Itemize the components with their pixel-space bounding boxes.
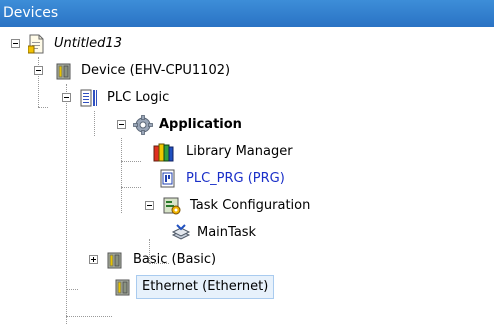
collapse-toggle[interactable] xyxy=(117,120,126,129)
task-config-icon xyxy=(163,197,181,215)
plc-logic-icon xyxy=(80,89,97,107)
ethernet-label: Ethernet (Ethernet) xyxy=(136,275,275,299)
tree-line xyxy=(66,316,112,317)
main-task-icon xyxy=(171,224,191,240)
application-gear-icon xyxy=(133,115,153,135)
devices-panel-title: Devices xyxy=(0,0,494,27)
device-icon xyxy=(56,63,71,80)
project-icon xyxy=(28,34,44,54)
devices-tree[interactable]: Untitled13 Device (EHV-CPU1102) PLC Logi… xyxy=(0,27,494,328)
main-task-label: MainTask xyxy=(197,225,257,240)
tree-item-project[interactable]: Untitled13 xyxy=(0,31,494,57)
plc-prg-label: PLC_PRG (PRG) xyxy=(186,171,285,186)
tree-item-library-manager[interactable]: Library Manager xyxy=(0,139,494,165)
tree-item-task-configuration[interactable]: Task Configuration xyxy=(0,193,494,219)
project-label: Untitled13 xyxy=(54,36,122,51)
expand-toggle[interactable] xyxy=(89,255,98,264)
tree-item-ethernet[interactable]: Ethernet (Ethernet) xyxy=(0,274,494,300)
library-books-icon xyxy=(153,143,174,162)
tree-item-device[interactable]: Device (EHV-CPU1102) xyxy=(0,58,494,84)
task-configuration-label: Task Configuration xyxy=(190,198,311,213)
tree-item-plc-prg[interactable]: PLC_PRG (PRG) xyxy=(0,166,494,192)
library-manager-label: Library Manager xyxy=(186,144,293,159)
device-icon xyxy=(115,279,130,296)
pou-program-icon xyxy=(160,169,175,188)
collapse-toggle[interactable] xyxy=(11,39,20,48)
tree-item-basic[interactable]: Basic (Basic) xyxy=(0,247,494,273)
collapse-toggle[interactable] xyxy=(145,201,154,210)
tree-item-application[interactable]: Application xyxy=(0,112,494,138)
tree-item-plc-logic[interactable]: PLC Logic xyxy=(0,85,494,111)
application-label: Application xyxy=(159,117,242,132)
basic-label: Basic (Basic) xyxy=(133,252,217,267)
collapse-toggle[interactable] xyxy=(34,66,43,75)
collapse-toggle[interactable] xyxy=(62,93,71,102)
device-label: Device (EHV-CPU1102) xyxy=(81,63,231,78)
tree-item-main-task[interactable]: MainTask xyxy=(0,220,494,246)
plc-logic-label: PLC Logic xyxy=(107,90,170,105)
device-icon xyxy=(107,252,122,269)
